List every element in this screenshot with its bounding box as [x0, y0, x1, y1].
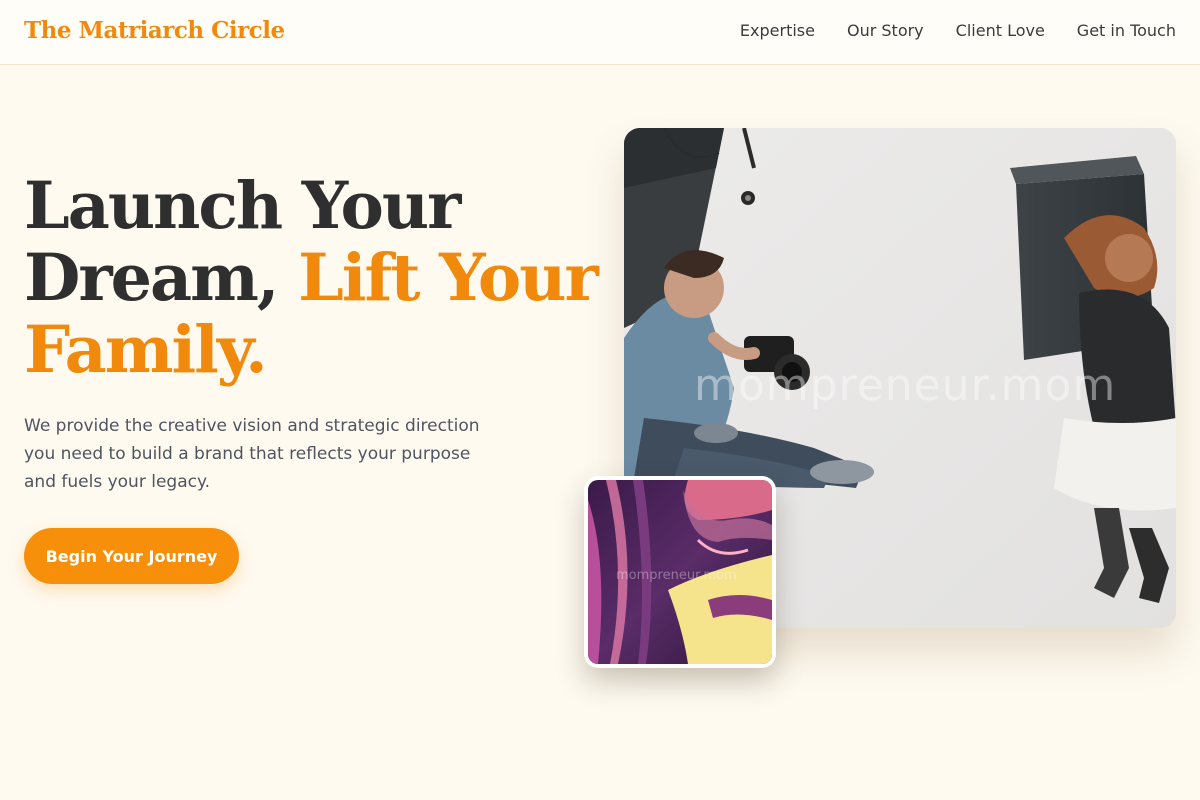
begin-journey-button[interactable]: Begin Your Journey	[24, 528, 239, 584]
hero-headline: Launch Your Dream, Lift Your Family.	[24, 170, 614, 386]
inset-artwork-card: mompreneur.mom	[584, 476, 776, 668]
photo-watermark: mompreneur.mom	[694, 360, 1117, 411]
navbar: The Matriarch Circle Expertise Our Story…	[0, 0, 1200, 65]
nav-link-get-in-touch[interactable]: Get in Touch	[1077, 21, 1176, 40]
nav-link-our-story[interactable]: Our Story	[847, 21, 924, 40]
brand-logo[interactable]: The Matriarch Circle	[24, 17, 285, 44]
inset-watermark: mompreneur.mom	[616, 568, 737, 583]
nav-link-client-love[interactable]: Client Love	[956, 21, 1045, 40]
hero-description: We provide the creative vision and strat…	[24, 416, 480, 492]
nav-links: Expertise Our Story Client Love Get in T…	[740, 21, 1176, 40]
abstract-artwork: mompreneur.mom	[588, 480, 772, 664]
nav-link-expertise[interactable]: Expertise	[740, 21, 815, 40]
